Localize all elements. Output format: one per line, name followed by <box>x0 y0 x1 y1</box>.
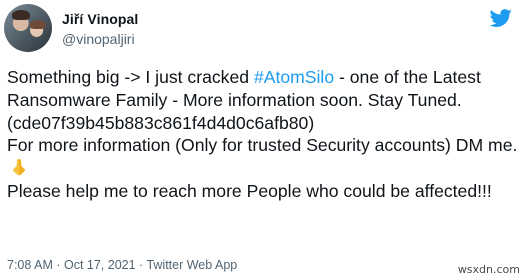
tweet-source: Twitter Web App <box>146 258 238 272</box>
display-name[interactable]: Jiří Vinopal <box>62 11 138 27</box>
twitter-bird-icon[interactable] <box>490 7 512 29</box>
meta-separator: · <box>135 258 147 272</box>
user-handle[interactable]: @vinopaljiri <box>62 31 135 47</box>
meta-separator: · <box>52 258 64 272</box>
tweet-text-part3: Please help me to reach more People who … <box>7 180 492 201</box>
watermark: wsxdn.com <box>457 263 520 276</box>
tweet-text-part1: Something big -> I just cracked <box>7 67 254 87</box>
hashtag-link[interactable]: #AtomSilo <box>254 67 334 87</box>
tweet-time[interactable]: 7:08 AM <box>7 258 53 272</box>
tweet-text: Something big -> I just cracked #AtomSil… <box>7 66 519 203</box>
tweet-meta: 7:08 AM · Oct 17, 2021 · Twitter Web App <box>7 258 237 272</box>
tweet-date[interactable]: Oct 17, 2021 <box>64 258 136 272</box>
avatar[interactable] <box>4 4 52 52</box>
folded-hands-icon <box>12 159 26 176</box>
